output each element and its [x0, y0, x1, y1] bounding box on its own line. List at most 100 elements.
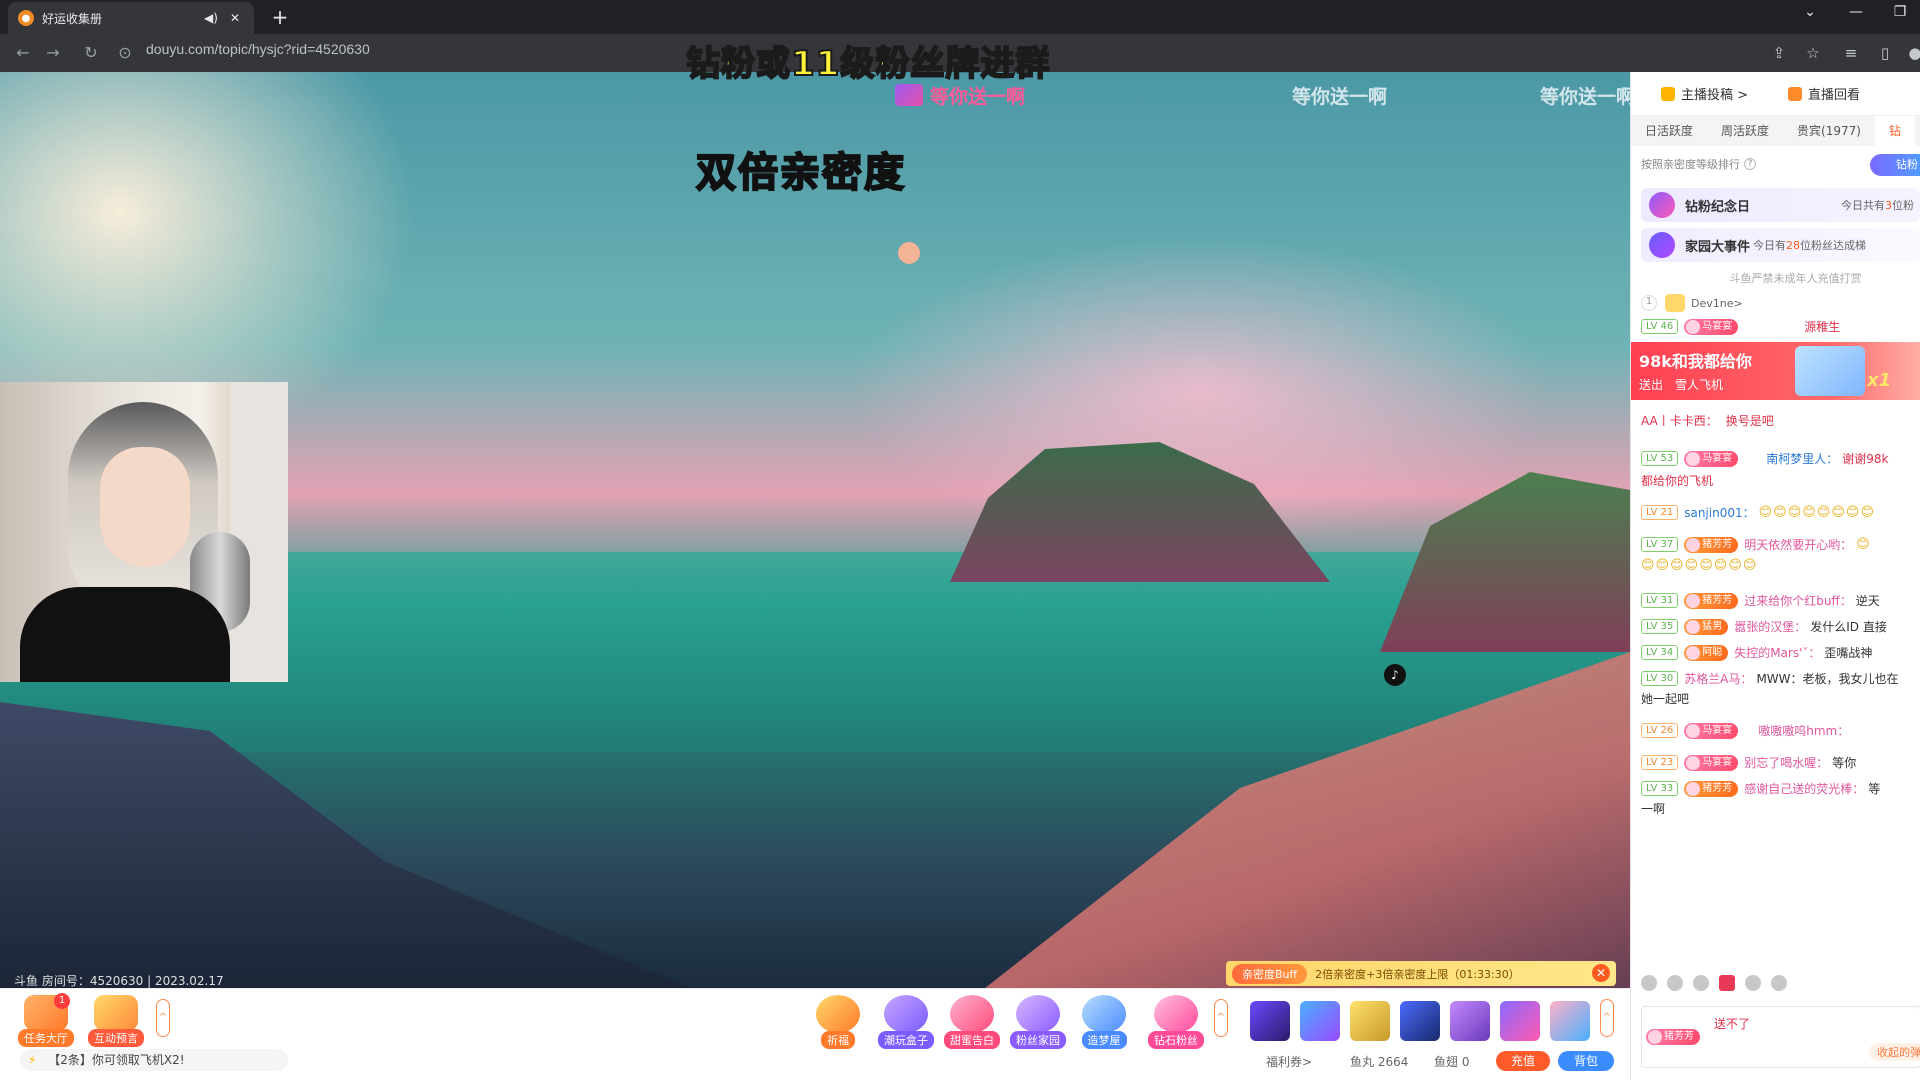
gift-item-icon[interactable]	[1500, 1001, 1540, 1041]
card-title: 家园大事件	[1685, 239, 1751, 255]
forward-icon[interactable]: →	[42, 43, 64, 63]
gift-item-icon[interactable]	[1450, 1001, 1490, 1041]
chat-message[interactable]: LV 46 马宴宴 源稚生	[1641, 318, 1840, 335]
message-text: 逆天	[1855, 594, 1880, 608]
crown-tool-icon[interactable]	[1693, 975, 1709, 991]
message-text: 谢谢98k	[1842, 452, 1889, 466]
gift-tab-diamond-fan[interactable]: 钻石粉丝	[1146, 995, 1206, 1049]
reload-icon[interactable]: ↻	[80, 43, 102, 63]
profile-avatar-icon[interactable]: ●	[1904, 43, 1920, 63]
video-player[interactable]: 等你送一啊 等你送一啊 等你送一啊 双倍亲密度 ♪ 斗鱼 房间号：4520630…	[0, 72, 1630, 988]
tiktok-logo-icon: ♪	[1384, 664, 1406, 686]
chat-message[interactable]: LV 26 马宴宴 嗷嗷嗷呜hmm：	[1641, 722, 1853, 739]
rank-number: 1	[1641, 295, 1657, 311]
chat-message[interactable]: LV 53 马宴宴 南柯梦里人： 谢谢98k	[1641, 450, 1888, 467]
gift-item-icon[interactable]	[1300, 1001, 1340, 1041]
tab-diamond[interactable]: 钻	[1874, 116, 1915, 146]
chat-message[interactable]: LV 35 猛男 嚣张的汉堡： 发什么ID 直接	[1641, 618, 1887, 635]
castle-icon	[1016, 995, 1060, 1033]
gift-item-icon[interactable]	[1250, 1001, 1290, 1041]
fold-danmu-button[interactable]: 收起的弹幕	[1869, 1043, 1920, 1061]
speaker-icon[interactable]: ◀)	[202, 11, 220, 25]
gift-item-icon[interactable]	[1350, 1001, 1390, 1041]
chat-message[interactable]: AA丨卡卡西： 换号是吧	[1641, 412, 1774, 429]
expand-gift-items-button[interactable]: ^	[1600, 999, 1614, 1037]
message-emojis: 😊	[1856, 537, 1871, 552]
gift-tab-blindbox[interactable]: 潮玩盒子	[876, 995, 936, 1049]
fan-badge: 猪芳芳	[1684, 780, 1739, 797]
backpack-button[interactable]: 背包	[1558, 1051, 1614, 1071]
fan-badge: 马宴宴	[1684, 722, 1739, 739]
url-field[interactable]: douyu.com/topic/hysjc?rid=4520630	[146, 41, 370, 57]
screen-icon[interactable]	[1745, 975, 1761, 991]
anchor-posts-link[interactable]: 主播投稿 >	[1661, 84, 1748, 103]
diamond-anniversary-card[interactable]: 钻粉纪念日 今日共有3位粉	[1641, 188, 1920, 222]
buff-text: 2倍亲密度+3倍亲密度上限（01:33:30）	[1315, 967, 1520, 981]
minimize-icon[interactable]: —	[1842, 4, 1870, 20]
browser-tab[interactable]: ● 好运收集册 ◀) ✕	[8, 2, 254, 34]
task-hall-button[interactable]: 1 任务大厅	[16, 993, 76, 1047]
home-icon	[1649, 232, 1675, 258]
replay-link[interactable]: 直播回看	[1788, 84, 1860, 103]
new-tab-button[interactable]: +	[268, 6, 292, 30]
prediction-button[interactable]: 互动预言	[86, 995, 146, 1047]
intimacy-buff-bar: 亲密度Buff 2倍亲密度+3倍亲密度上限（01:33:30） ✕	[1226, 961, 1616, 986]
reading-list-icon[interactable]: ≡	[1840, 43, 1862, 63]
share-icon[interactable]: ⇪	[1768, 43, 1790, 63]
gift-tab-dream-house[interactable]: 造梦屋	[1074, 995, 1134, 1049]
tab-search-icon[interactable]: ⌄	[1796, 4, 1824, 20]
input-fan-badge[interactable]: 猪芳芳	[1646, 1029, 1700, 1045]
message-text: MWW：老板，我女儿也在	[1756, 672, 1899, 686]
chat-message[interactable]: LV 37 猪芳芳 明天依然要开心哟： 😊	[1641, 536, 1871, 553]
level-badge: LV 34	[1641, 645, 1679, 660]
rank-row[interactable]: 1 Dev1ne>	[1641, 294, 1743, 312]
fish-fin-balance: 鱼翅 0	[1434, 1055, 1470, 1069]
chat-message[interactable]: LV 34 阿聪 失控的Mars'ˇ： 歪嘴战神	[1641, 644, 1872, 661]
prediction-icon	[94, 995, 138, 1031]
chat-message[interactable]: LV 21 sanjin001： 😊😊😊😊😊😊😊😊	[1641, 504, 1875, 521]
message-user: 失控的Mars'ˇ：	[1734, 646, 1821, 660]
expand-gifts-button[interactable]: ^	[1214, 999, 1228, 1037]
chat-input[interactable]: 猪芳芳 送不了 收起的弹幕	[1641, 1006, 1920, 1068]
message-emojis: 😊😊😊😊😊😊😊😊	[1641, 558, 1758, 573]
help-icon[interactable]: ?	[1744, 158, 1756, 170]
chat-message[interactable]: LV 31 猪芳芳 过来给你个红buff： 逆天	[1641, 592, 1880, 609]
tab-weekly-activity[interactable]: 周活跃度	[1707, 116, 1783, 146]
horn-icon[interactable]	[1667, 975, 1683, 991]
room-info: 斗鱼 房间号：4520630 | 2023.02.17	[14, 974, 224, 988]
home-events-card[interactable]: 家园大事件 今日有28位粉丝达成梯	[1641, 228, 1920, 262]
diamond-fan-chip[interactable]: 钻粉	[1870, 154, 1920, 176]
back-icon[interactable]: ←	[12, 43, 34, 63]
claim-notice-text: 【2条】你可领取飞机X2!	[48, 1053, 185, 1067]
close-icon[interactable]: ✕	[1592, 964, 1610, 982]
expand-tools-button[interactable]: ^	[156, 999, 170, 1037]
message-user: 别忘了喝水喔：	[1744, 756, 1829, 770]
gift-tab-fan-home[interactable]: 粉丝家园	[1008, 995, 1068, 1049]
chat-message-cont: 她一起吧	[1641, 690, 1689, 707]
claim-notice[interactable]: ⚡ 【2条】你可领取飞机X2!	[20, 1049, 288, 1071]
chat-message[interactable]: LV 23 马宴宴 别忘了喝水喔： 等你	[1641, 754, 1856, 771]
tab-daily-activity[interactable]: 日活跃度	[1631, 116, 1707, 146]
emoji-icon[interactable]	[1641, 975, 1657, 991]
close-tab-icon[interactable]: ✕	[226, 11, 244, 25]
chat-message[interactable]: LV 30 苏格兰A马： MWW：老板，我女儿也在	[1641, 670, 1899, 687]
message-user: 过来给你个红buff：	[1744, 594, 1852, 608]
gift-item-icon[interactable]	[1550, 1001, 1590, 1041]
recharge-button[interactable]: 充值	[1496, 1051, 1550, 1071]
fan-tool-icon[interactable]	[1719, 975, 1735, 991]
site-info-icon[interactable]: ⊙	[114, 43, 136, 63]
tab-vip[interactable]: 贵宾(1977)	[1783, 116, 1875, 146]
settings-icon[interactable]	[1771, 975, 1787, 991]
gift-item-icon[interactable]	[1400, 1001, 1440, 1041]
tab-title: 好运收集册	[42, 11, 103, 26]
gift-tab-confession[interactable]: 甜蜜告白	[942, 995, 1002, 1049]
chat-message[interactable]: LV 33 猪芳芳 感谢自己送的荧光棒： 等	[1641, 780, 1880, 797]
bookmark-star-icon[interactable]: ☆	[1802, 43, 1824, 63]
chat-input-text: 送不了	[1714, 1017, 1751, 1031]
gift-tab-label: 粉丝家园	[1010, 1031, 1066, 1049]
gift-tab-pray[interactable]: 祈福	[808, 995, 868, 1049]
minor-notice: 斗鱼严禁未成年人充值打赏	[1729, 272, 1862, 285]
welfare-link[interactable]: 福利券>	[1266, 1053, 1312, 1070]
restore-icon[interactable]: ❐	[1886, 4, 1914, 20]
side-panel-icon[interactable]: ▯	[1874, 43, 1896, 63]
